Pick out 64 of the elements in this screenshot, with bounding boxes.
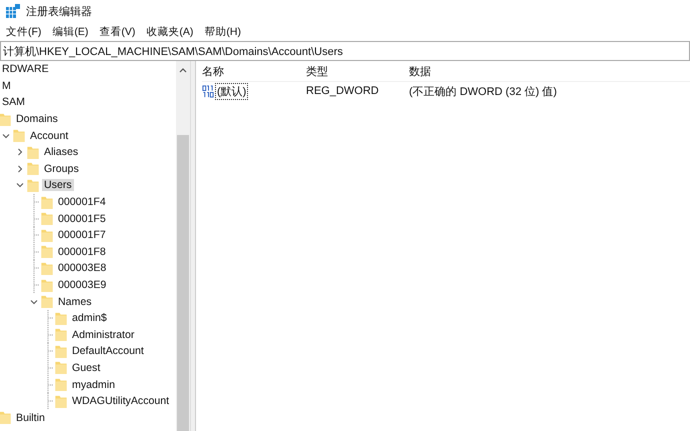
value-name[interactable]: (默认): [216, 84, 248, 98]
tree-item[interactable]: Names: [56, 296, 94, 308]
folder-icon: [41, 196, 53, 209]
menu-item[interactable]: 文件(F): [6, 24, 42, 38]
tree-item[interactable]: 000001F5: [56, 212, 108, 225]
collapsed-chevron-icon[interactable]: [16, 148, 24, 156]
folder-icon: [41, 212, 53, 226]
folder-icon: [13, 129, 25, 142]
tree-item[interactable]: 000001F8: [56, 246, 108, 258]
menu-item[interactable]: 编辑(E): [52, 24, 88, 38]
folder-icon: [0, 411, 11, 424]
folder-icon: [55, 328, 67, 342]
value-type: REG_DWORD: [306, 85, 380, 97]
folder-icon: [41, 245, 53, 258]
menu-item[interactable]: 查看(V): [99, 24, 136, 38]
column-header[interactable]: 类型: [306, 64, 409, 78]
tree-item[interactable]: Guest: [70, 362, 102, 374]
scroll-thumb[interactable]: [177, 135, 189, 431]
menu-item[interactable]: 收藏夹(A): [146, 24, 194, 38]
tree-item[interactable]: admin$: [70, 312, 109, 324]
tree-item[interactable]: Users: [42, 179, 74, 192]
tree-item[interactable]: Account: [28, 130, 70, 142]
tree-item[interactable]: myadmin: [70, 378, 117, 391]
tree-item[interactable]: Administrator: [70, 328, 136, 341]
folder-icon: [41, 295, 53, 308]
tree-item[interactable]: WDAGUtilityAccount: [70, 395, 172, 408]
tree-item[interactable]: Groups: [42, 162, 81, 175]
expanded-chevron-icon[interactable]: [16, 181, 24, 190]
tree-item[interactable]: Aliases: [42, 146, 80, 158]
tree-item[interactable]: 000001F4: [56, 196, 108, 208]
expanded-chevron-icon[interactable]: [2, 132, 10, 140]
tree-item[interactable]: 000003E9: [56, 279, 108, 292]
binary-value-icon: [202, 84, 215, 98]
scroll-up-icon[interactable]: [179, 67, 187, 73]
folder-icon: [55, 361, 67, 374]
folder-icon: [27, 146, 39, 159]
folder-icon: [55, 394, 67, 408]
folder-icon: [41, 278, 53, 292]
folder-icon: [55, 378, 67, 392]
column-header[interactable]: 名称: [202, 64, 306, 78]
expanded-chevron-icon[interactable]: [30, 298, 38, 306]
address-bar[interactable]: 计算机\HKEY_LOCAL_MACHINE\SAM\SAM\Domains\Account\Users: [0, 41, 690, 61]
tree-item[interactable]: Builtin: [14, 412, 47, 424]
tree-item[interactable]: 000003E8: [56, 262, 108, 274]
folder-icon: [41, 228, 53, 242]
folder-icon: [55, 344, 67, 358]
folder-icon: [27, 162, 39, 176]
registry-editor-icon: [6, 4, 20, 18]
tree-item[interactable]: RDWARE: [0, 63, 51, 76]
folder-icon: [55, 312, 67, 325]
tree-item[interactable]: 000001F7: [56, 229, 108, 242]
tree-item[interactable]: M: [0, 80, 13, 92]
folder-icon: [27, 178, 39, 192]
tree-item[interactable]: Domains: [14, 113, 60, 126]
column-header[interactable]: 数据: [409, 64, 649, 78]
tree-item[interactable]: DefaultAccount: [70, 345, 146, 358]
folder-icon: [0, 112, 11, 126]
tree-item[interactable]: SAM: [0, 96, 27, 108]
folder-icon: [41, 262, 53, 275]
menu-item[interactable]: 帮助(H): [204, 24, 241, 38]
scrollbar[interactable]: [176, 61, 190, 431]
collapsed-chevron-icon[interactable]: [16, 164, 24, 173]
value-data: (不正确的 DWORD (32 位) 值): [409, 84, 558, 98]
window-title: 注册表编辑器: [26, 4, 92, 18]
